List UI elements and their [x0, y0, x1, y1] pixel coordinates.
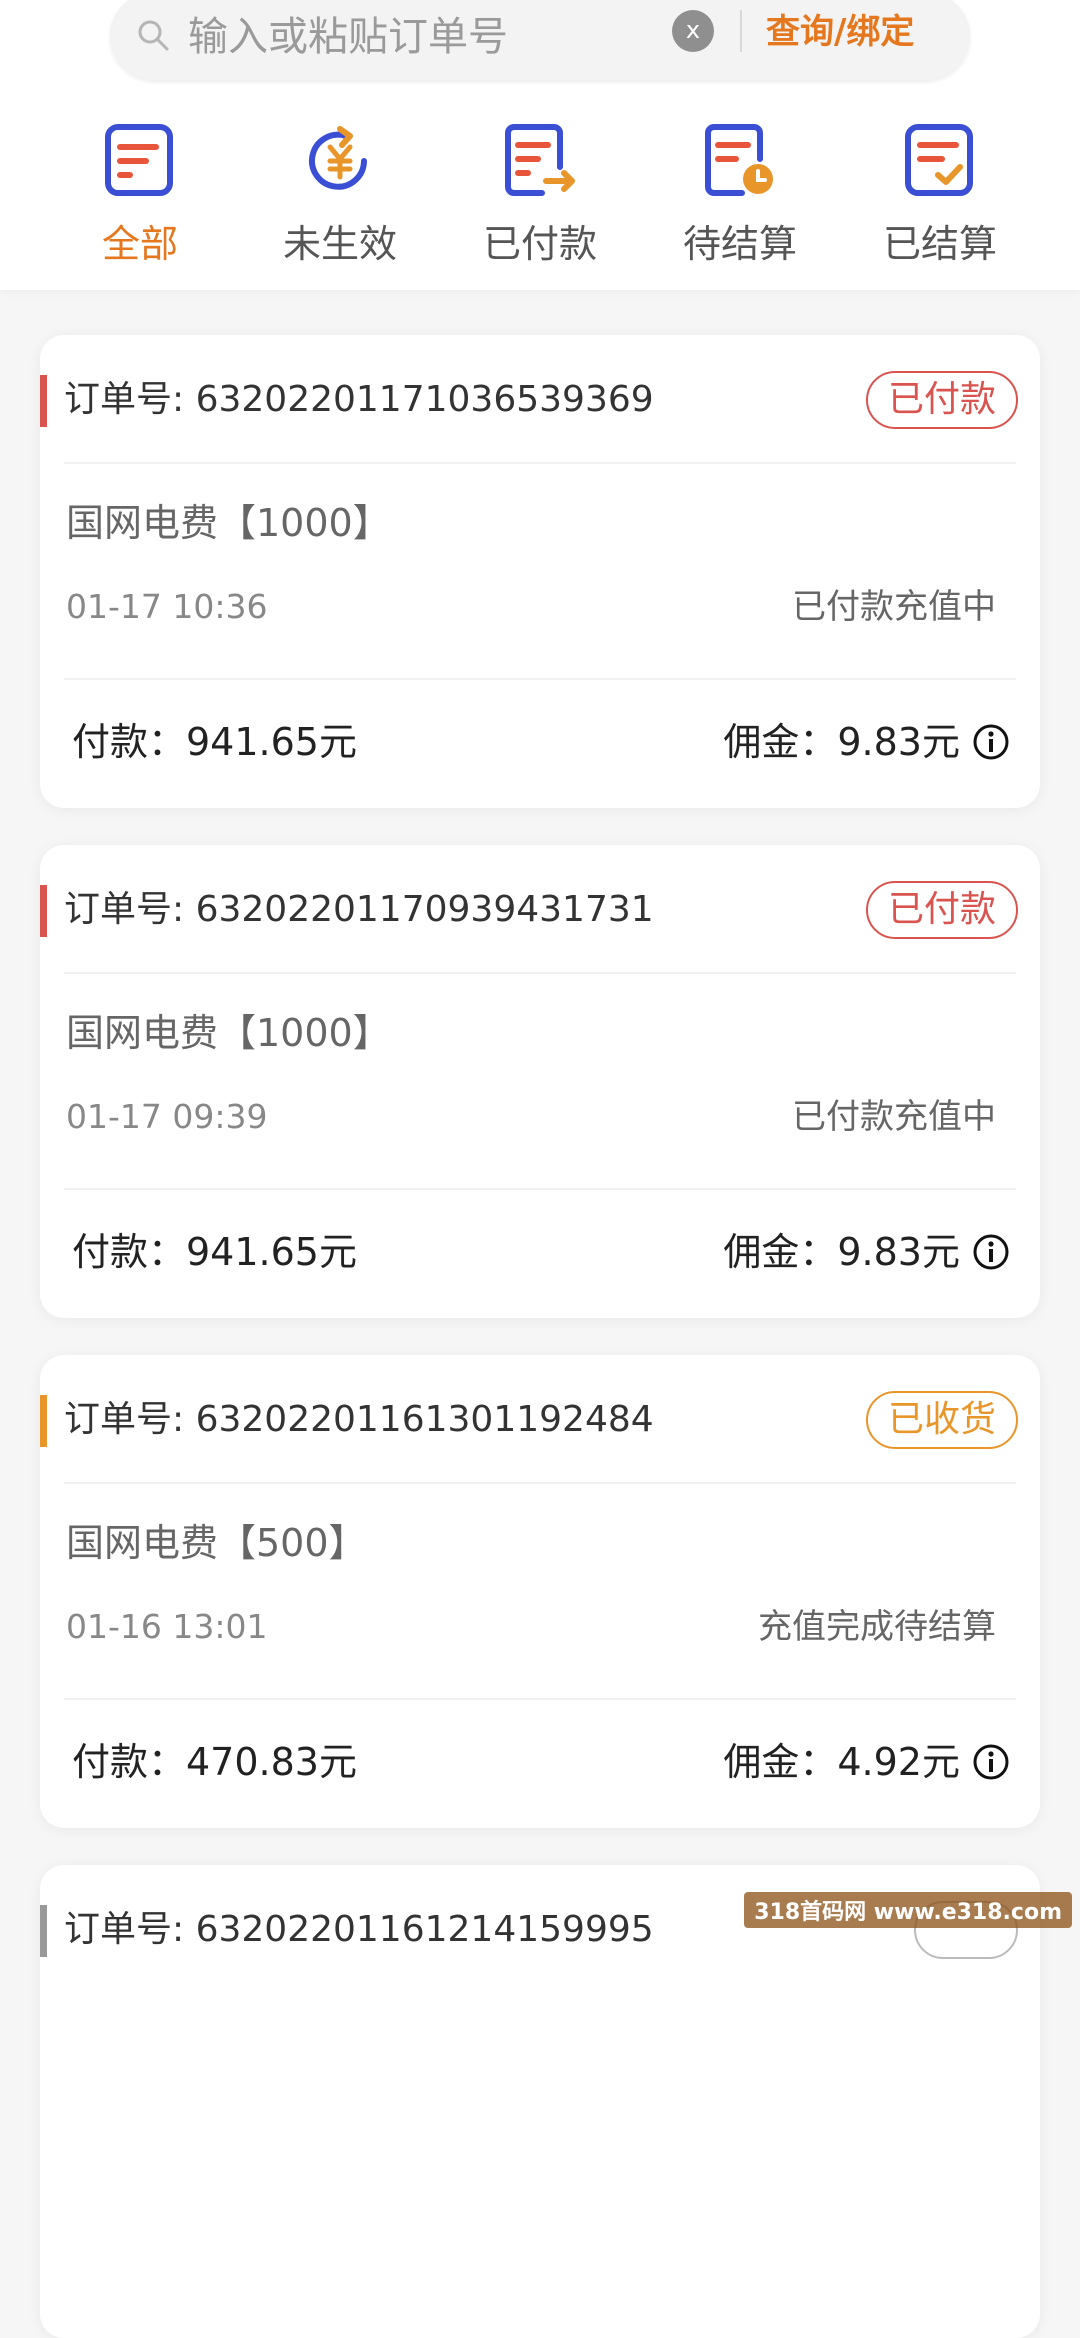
status-tabs: 全部 未生效 已付款 待结算 已结算 — [0, 115, 1080, 266]
order-time: 01-17 10:36 — [66, 587, 268, 626]
order-status-text: 已付款充值中 — [792, 1097, 996, 1137]
status-badge: 已付款 — [865, 881, 1018, 939]
payment-amount: 付款：470.83元 — [72, 1740, 357, 1784]
divider — [64, 1698, 1016, 1700]
commission-amount: 佣金：4.92元 — [723, 1740, 960, 1784]
order-status-text: 充值完成待结算 — [758, 1607, 996, 1647]
commission-amount: 佣金：9.83元 — [723, 1230, 960, 1274]
order-number: 订单号: 632022011612141599​95 — [64, 1909, 654, 1950]
order-card[interactable]: 订单号: 632022011612141599​95 — [40, 1865, 1040, 2338]
accent-bar — [40, 375, 47, 427]
order-time: 01-16 13:01 — [66, 1607, 268, 1646]
divider — [64, 462, 1016, 464]
divider — [64, 678, 1016, 680]
tab-paid[interactable]: 已付款 — [460, 115, 620, 266]
commission-amount: 佣金：9.83元 — [723, 720, 960, 764]
status-badge: 已付款 — [865, 371, 1018, 429]
yuan-refresh-icon — [309, 126, 367, 190]
query-bind-button[interactable]: 查询/绑定 — [766, 6, 914, 58]
payment-amount: 付款：941.65元 — [72, 1230, 357, 1274]
tab-settled[interactable]: 已结算 — [860, 115, 1020, 266]
order-status-text: 已付款充值中 — [792, 587, 996, 627]
accent-bar — [40, 1395, 47, 1447]
search-icon — [138, 20, 169, 51]
watermark: 318首码网 www.e318.com — [744, 1892, 1072, 1928]
info-icon[interactable] — [972, 1233, 1010, 1271]
product-name: 国网电费【500】 — [66, 1521, 367, 1565]
order-search-input[interactable] — [186, 6, 750, 68]
payment-amount: 付款：941.65元 — [72, 720, 357, 764]
order-card[interactable]: 订单号: 632022011709394317​31 已付款 国网电费【1000… — [40, 845, 1040, 1318]
tab-not-effective[interactable]: 未生效 — [260, 115, 420, 266]
tab-label: 待结算 — [682, 222, 797, 266]
order-number: 订单号: 632022011613011924​84 — [64, 1399, 654, 1440]
divider — [64, 972, 1016, 974]
divider — [64, 1188, 1016, 1190]
clear-button[interactable]: x — [672, 10, 714, 52]
info-icon[interactable] — [972, 1743, 1010, 1781]
order-card[interactable]: 订单号: 632022011613011924​84 已收货 国网电费【500】… — [40, 1355, 1040, 1828]
divider — [740, 10, 742, 52]
tab-label: 已结算 — [882, 222, 997, 266]
search-bar: x 查询/绑定 — [110, 0, 970, 80]
order-number: 订单号: 632022011710365393​69 — [64, 379, 654, 420]
product-name: 国网电费【1000】 — [66, 501, 391, 545]
list-check-icon — [905, 124, 973, 196]
tab-label: 已付款 — [482, 222, 597, 266]
status-badge: 已收货 — [865, 1391, 1018, 1449]
top-bar: x 查询/绑定 全部 未生效 — [0, 0, 1080, 290]
tab-label: 未生效 — [282, 222, 397, 266]
divider — [64, 1482, 1016, 1484]
accent-bar — [40, 1905, 47, 1957]
order-number: 订单号: 632022011709394317​31 — [64, 889, 654, 930]
tab-pending-settlement[interactable]: 待结算 — [660, 115, 820, 266]
info-icon[interactable] — [972, 723, 1010, 761]
list-clock-icon — [705, 124, 773, 196]
list-arrow-icon — [505, 124, 575, 196]
tab-label: 全部 — [101, 222, 178, 266]
accent-bar — [40, 885, 47, 937]
product-name: 国网电费【1000】 — [66, 1011, 391, 1055]
order-card[interactable]: 订单号: 632022011710365393​69 已付款 国网电费【1000… — [40, 335, 1040, 808]
order-time: 01-17 09:39 — [66, 1097, 268, 1136]
tab-all[interactable]: 全部 — [60, 115, 220, 266]
list-icon — [105, 124, 173, 196]
